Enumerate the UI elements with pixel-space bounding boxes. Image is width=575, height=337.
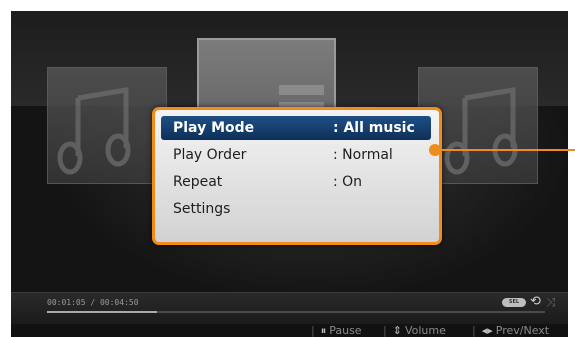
- hint-prev-next: | ◂▸ Prev/Next: [472, 324, 549, 337]
- control-hints: | ⏸ Pause | ⇕ Volume | ◂▸ Prev/Next: [11, 324, 568, 337]
- repeat-icon[interactable]: ⟲: [530, 295, 541, 309]
- menu-item-play-order[interactable]: Play Order : Normal: [161, 143, 431, 167]
- shuffle-icon[interactable]: ⤨: [546, 295, 556, 309]
- divider: |: [472, 324, 476, 337]
- menu-item-value: : On: [333, 174, 363, 190]
- select-badge: SEL: [502, 298, 526, 307]
- divider: |: [311, 324, 315, 337]
- prev-next-icon: ◂▸: [481, 324, 493, 337]
- menu-item-label: Play Mode: [173, 120, 255, 136]
- menu-item-label: Settings: [173, 201, 231, 217]
- volume-icon: ⇕: [392, 324, 402, 337]
- options-menu: Play Mode : All music Play Order : Norma…: [152, 107, 442, 245]
- hint-pause-label: Pause: [329, 324, 362, 337]
- menu-item-label: Repeat: [173, 174, 223, 190]
- playback-time: 00:01:05 / 00:04:50: [47, 298, 139, 307]
- menu-item-value: : Normal: [333, 147, 393, 163]
- callout-line: [440, 149, 575, 151]
- pause-icon: ⏸: [320, 324, 327, 337]
- hint-volume: | ⇕ Volume: [383, 324, 446, 337]
- progress-fill: [47, 311, 157, 313]
- menu-item-settings[interactable]: Settings: [161, 197, 431, 221]
- divider: |: [383, 324, 387, 337]
- album-art-prev[interactable]: [47, 67, 167, 184]
- menu-item-play-mode[interactable]: Play Mode : All music: [161, 116, 431, 140]
- menu-item-repeat[interactable]: Repeat : On: [161, 170, 431, 194]
- hint-pause: | ⏸ Pause: [311, 324, 362, 337]
- progress-bar[interactable]: [47, 311, 545, 313]
- hint-volume-label: Volume: [404, 324, 446, 337]
- menu-item-label: Play Order: [173, 147, 247, 163]
- menu-item-value: : All music: [333, 120, 415, 136]
- hint-prev-next-label: Prev/Next: [495, 324, 550, 337]
- music-player-screen: Play Mode : All music Play Order : Norma…: [11, 11, 568, 337]
- music-note-icon: [57, 87, 131, 175]
- playback-bar: 00:01:05 / 00:04:50 SEL ⟲ ⤨: [11, 292, 568, 325]
